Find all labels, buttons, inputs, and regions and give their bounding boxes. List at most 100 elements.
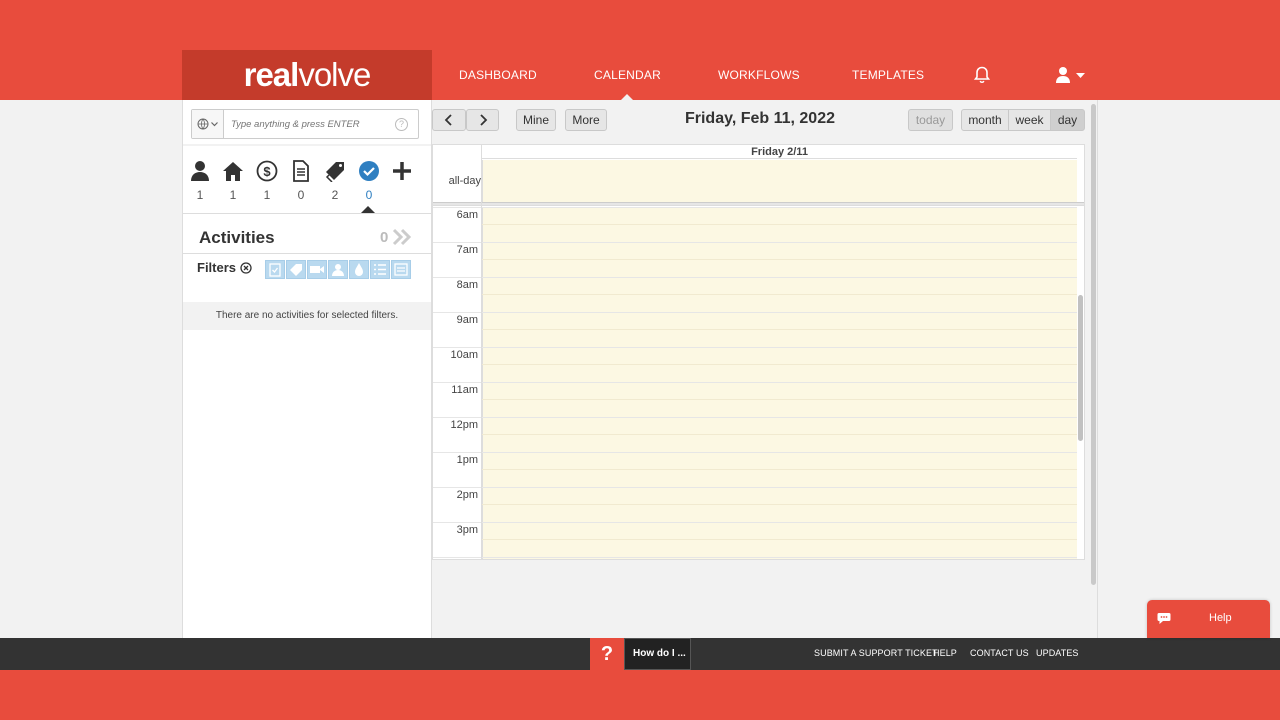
activities-total: 0 bbox=[380, 229, 389, 246]
filter-form-button[interactable] bbox=[391, 260, 411, 279]
week-view-button[interactable]: week bbox=[1008, 109, 1051, 131]
nav-templates[interactable]: TEMPLATES bbox=[852, 68, 924, 82]
contact-us-link[interactable]: CONTACT US bbox=[970, 648, 1029, 658]
bell-icon[interactable] bbox=[974, 66, 990, 84]
clear-filters-icon[interactable] bbox=[240, 262, 252, 274]
day-column-header: Friday 2/11 bbox=[482, 145, 1077, 159]
filter-task-button[interactable] bbox=[265, 260, 285, 279]
time-label: 2pm bbox=[456, 489, 478, 501]
person-icon[interactable] bbox=[189, 160, 211, 182]
filter-video-button[interactable] bbox=[307, 260, 327, 279]
user-menu-icon[interactable] bbox=[1055, 66, 1087, 84]
filters-label: Filters bbox=[197, 260, 237, 275]
divider bbox=[433, 522, 1077, 523]
filter-list-button[interactable] bbox=[370, 260, 390, 279]
nav-dashboard[interactable]: DASHBOARD bbox=[459, 68, 537, 82]
time-label: 1pm bbox=[456, 454, 478, 466]
divider bbox=[482, 469, 1077, 470]
divider bbox=[433, 382, 1077, 383]
divider bbox=[482, 259, 1077, 260]
search-input[interactable] bbox=[224, 118, 394, 130]
divider bbox=[481, 145, 482, 559]
divider bbox=[482, 224, 1077, 225]
divider bbox=[183, 213, 431, 214]
chevron-down-icon bbox=[211, 121, 218, 126]
help-chat-button[interactable]: Help bbox=[1147, 600, 1270, 638]
plus-icon[interactable] bbox=[391, 160, 413, 182]
help-link[interactable]: HELP bbox=[933, 648, 957, 658]
filter-drip-button[interactable] bbox=[349, 260, 369, 279]
time-label: 3pm bbox=[456, 524, 478, 536]
more-button[interactable]: More bbox=[565, 109, 607, 131]
filter-tag-button[interactable] bbox=[286, 260, 306, 279]
divider bbox=[482, 539, 1077, 540]
document-icon[interactable] bbox=[290, 160, 312, 182]
help-chat-label: Help bbox=[1209, 612, 1232, 624]
activities-count: 0 bbox=[365, 188, 373, 202]
double-chevron-right-icon[interactable] bbox=[392, 228, 412, 246]
tags-count: 2 bbox=[331, 188, 339, 202]
divider bbox=[433, 417, 1077, 418]
divider bbox=[433, 242, 1077, 243]
divider bbox=[1097, 100, 1098, 638]
time-label: 10am bbox=[450, 349, 478, 361]
time-label: 6am bbox=[456, 209, 478, 221]
tags-icon bbox=[290, 264, 302, 276]
day-calendar: Friday 2/11 all-day 6am 7am 8am 9am 10am… bbox=[432, 144, 1085, 560]
contacts-count: 1 bbox=[196, 188, 204, 202]
day-view-button[interactable]: day bbox=[1050, 109, 1085, 131]
prev-button[interactable] bbox=[432, 109, 466, 131]
divider bbox=[433, 347, 1077, 348]
calendar-scrollbar[interactable] bbox=[1078, 295, 1083, 441]
svg-text:$: $ bbox=[263, 164, 271, 179]
tags-icon[interactable] bbox=[324, 160, 346, 182]
time-slots[interactable]: 6am 7am 8am 9am 10am 11am 12pm 1pm 2pm 3… bbox=[433, 207, 1084, 559]
updates-link[interactable]: UPDATES bbox=[1036, 648, 1079, 658]
search-scope-dropdown[interactable] bbox=[192, 110, 224, 138]
chevron-left-icon bbox=[444, 114, 452, 126]
divider bbox=[183, 253, 431, 254]
clipboard-check-icon bbox=[269, 263, 281, 277]
next-button[interactable] bbox=[466, 109, 499, 131]
chevron-right-icon bbox=[479, 114, 487, 126]
list-icon bbox=[374, 264, 386, 275]
allday-cell[interactable] bbox=[482, 160, 1077, 202]
form-icon bbox=[394, 263, 408, 276]
divider bbox=[482, 399, 1077, 400]
divider bbox=[482, 504, 1077, 505]
page-scrollbar[interactable] bbox=[1091, 104, 1096, 585]
howdo-button[interactable]: How do I ... bbox=[624, 638, 691, 670]
mine-button[interactable]: Mine bbox=[516, 109, 556, 131]
divider bbox=[482, 434, 1077, 435]
time-label: 8am bbox=[456, 279, 478, 291]
calendar-title: Friday, Feb 11, 2022 bbox=[684, 110, 835, 127]
divider bbox=[433, 557, 1077, 558]
divider bbox=[433, 312, 1077, 313]
howdo-question-icon[interactable]: ? bbox=[590, 638, 624, 670]
today-button[interactable]: today bbox=[908, 109, 953, 131]
video-icon bbox=[310, 266, 324, 273]
allday-label: all-day bbox=[448, 175, 481, 187]
divider bbox=[433, 452, 1077, 453]
check-circle-icon[interactable] bbox=[358, 160, 380, 182]
nav-calendar[interactable]: CALENDAR bbox=[594, 68, 661, 101]
search-box: ? bbox=[191, 109, 419, 139]
support-ticket-link[interactable]: SUBMIT A SUPPORT TICKET bbox=[814, 648, 938, 658]
search-help-icon[interactable]: ? bbox=[395, 118, 408, 131]
properties-count: 1 bbox=[229, 188, 237, 202]
divider bbox=[482, 329, 1077, 330]
house-icon[interactable] bbox=[222, 160, 244, 182]
empty-activities-message: There are no activities for selected fil… bbox=[183, 302, 431, 330]
month-view-button[interactable]: month bbox=[961, 109, 1009, 131]
divider bbox=[433, 277, 1077, 278]
realvolve-logo[interactable]: real volve bbox=[182, 50, 432, 100]
dollar-icon[interactable]: $ bbox=[256, 160, 278, 182]
time-label: 11am bbox=[451, 384, 478, 396]
deals-count: 1 bbox=[263, 188, 271, 202]
nav-workflows[interactable]: WORKFLOWS bbox=[718, 68, 800, 82]
time-label: 12pm bbox=[450, 419, 478, 431]
filter-contact-button[interactable] bbox=[328, 260, 348, 279]
logo-light: volve bbox=[298, 56, 371, 93]
activities-title: Activities bbox=[199, 228, 275, 247]
divider bbox=[482, 364, 1077, 365]
